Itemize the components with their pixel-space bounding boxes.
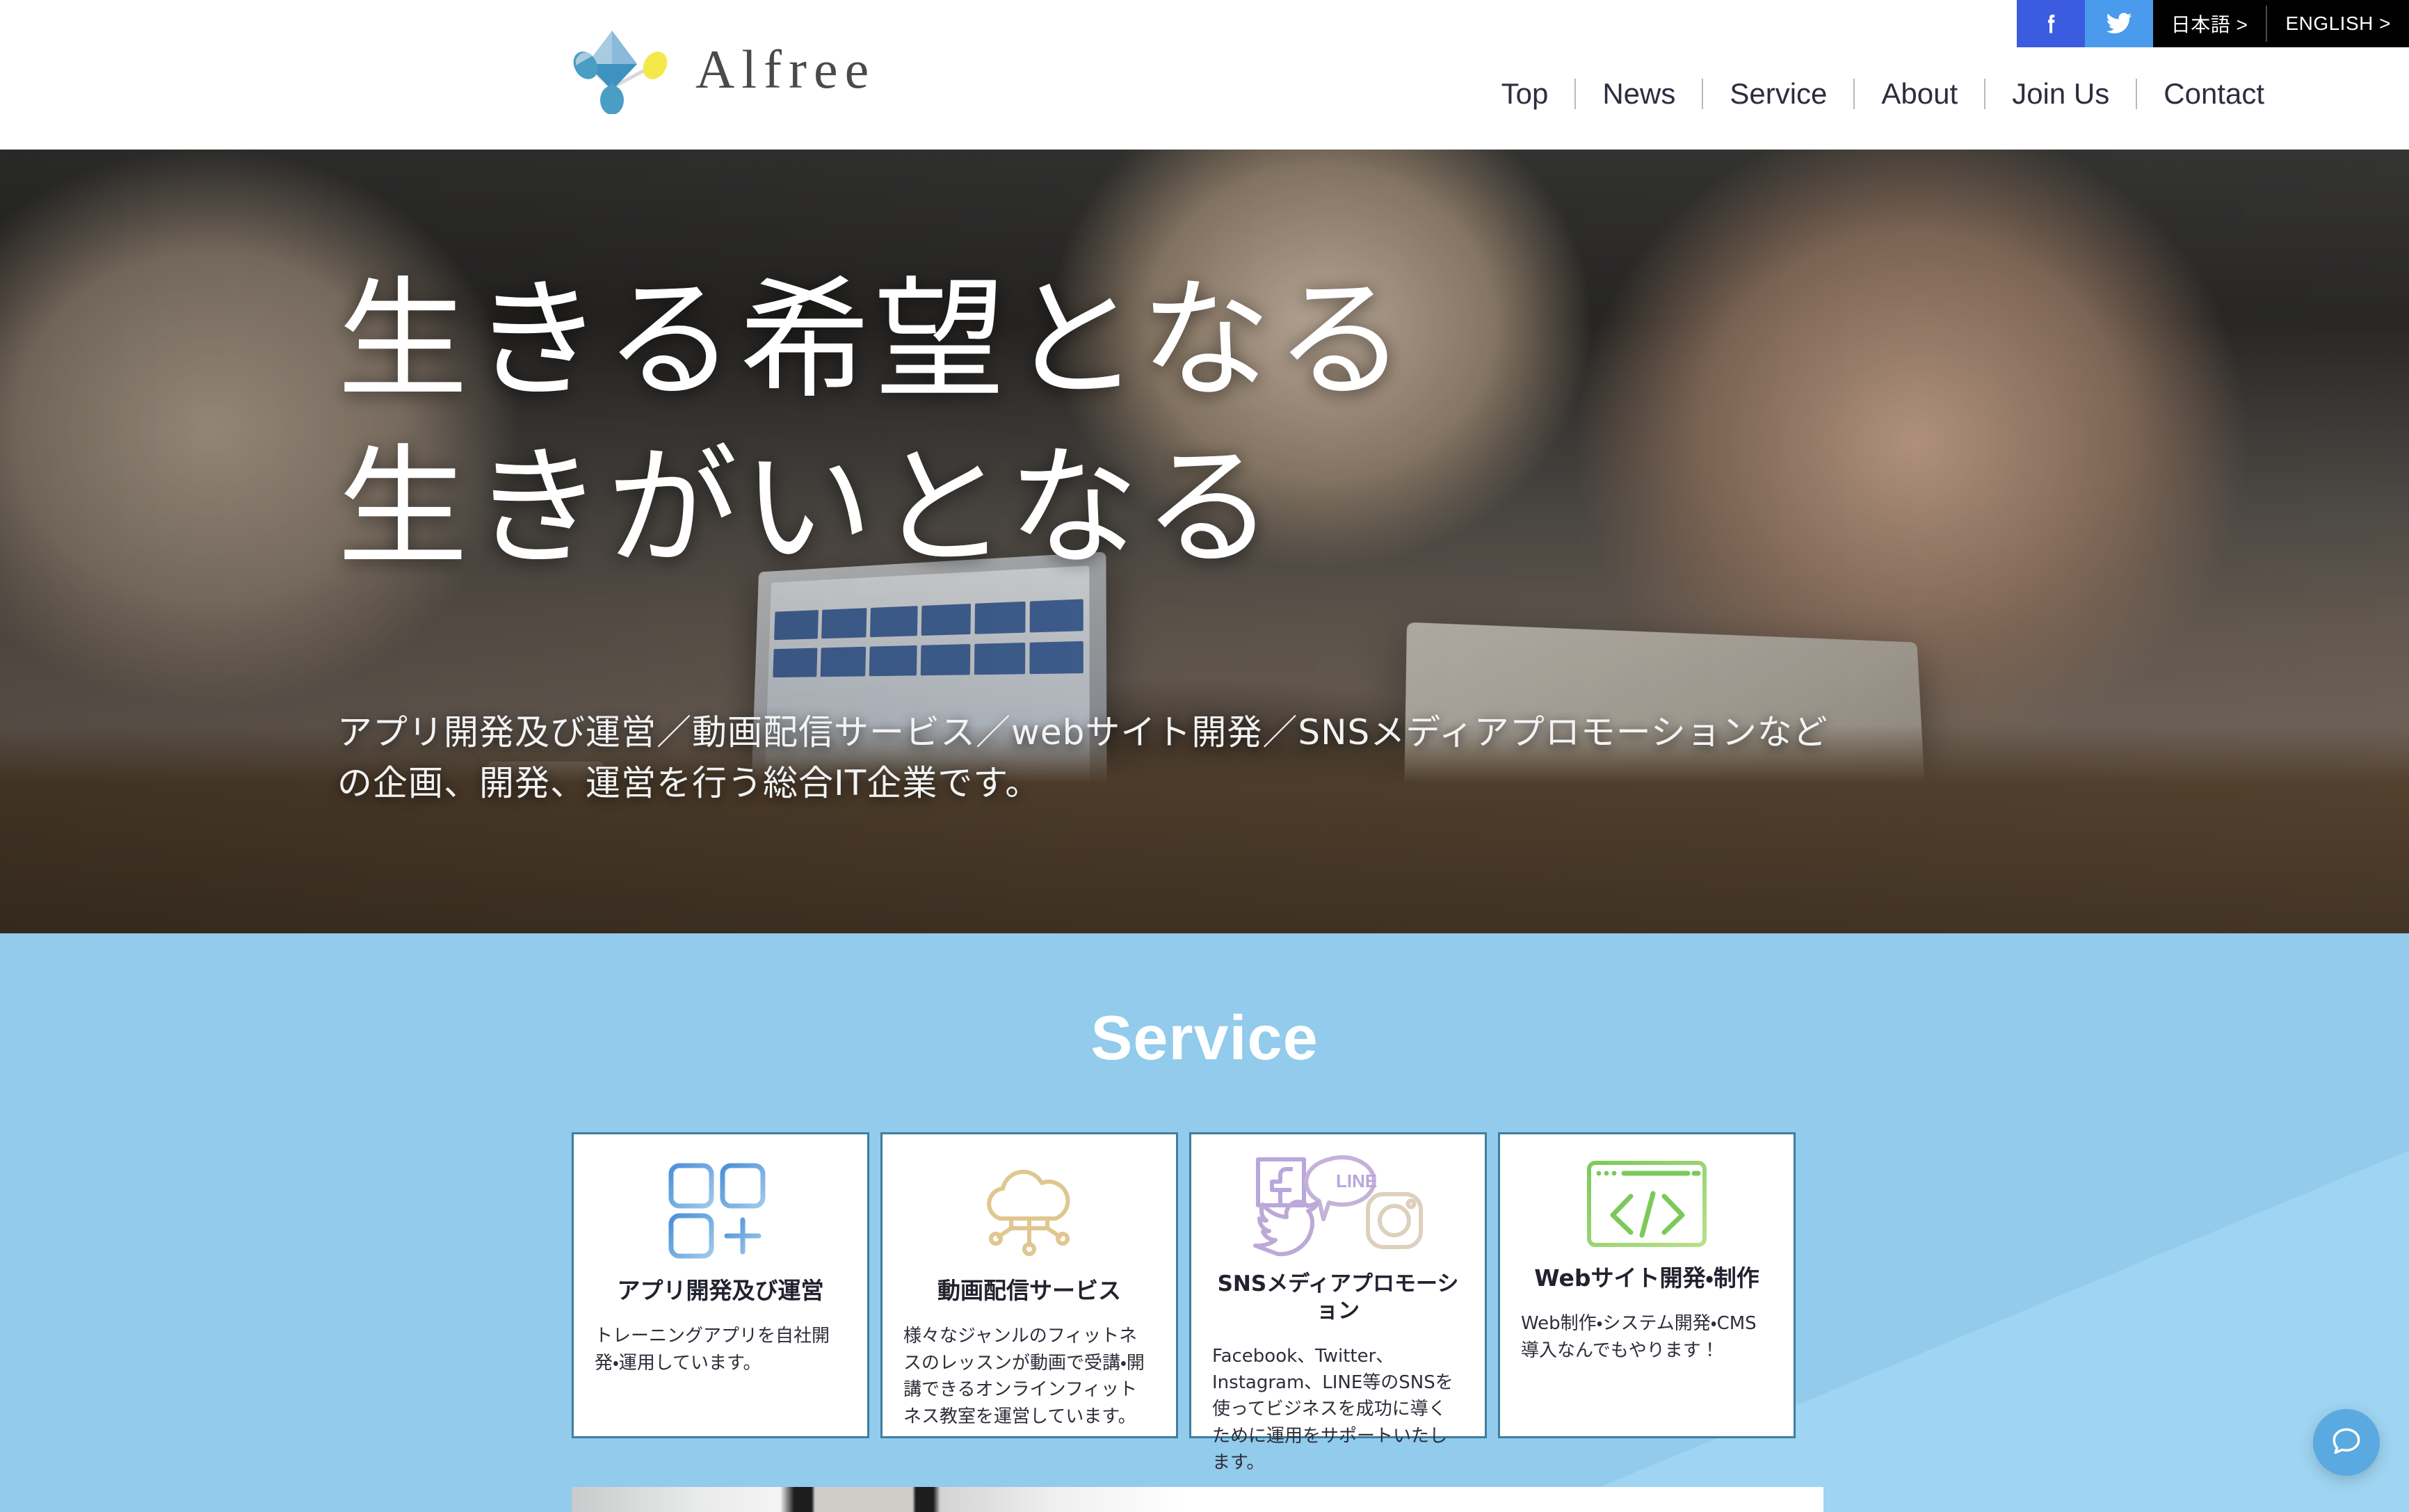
hero-title: 生きる希望となる 生きがいとなる [337, 257, 2145, 592]
language-switcher: 日本語 > ENGLISH > [2152, 0, 2409, 47]
service-card-video-streaming[interactable]: 動画配信サービス 様々なジャンルのフィットネスのレッスンが動画で受講・開講できる… [880, 1132, 1178, 1438]
hero-subtitle-line-2: の企画、開発、運営を行う総合IT企業です。 [337, 762, 1041, 803]
chat-widget-button[interactable] [2313, 1409, 2380, 1476]
service-card-description: Facebook、Twitter、Instagram、LINE等のSNSを使って… [1212, 1345, 1453, 1474]
app-grid-plus-icon [661, 1152, 780, 1269]
chat-bubble-icon [2329, 1424, 2364, 1462]
hero-title-line-2: 生きがいとなる [337, 431, 1278, 584]
service-card-sns-promotion[interactable]: LINE SNSメディアプロモーション Facebook、Twitter、Ins… [1189, 1132, 1487, 1473]
hero-subtitle: アプリ開発及び運営／動画配信サービス／webサイト開発／SNSメディアプロモーシ… [337, 707, 2145, 808]
service-card-web-development[interactable]: Webサイト開発・制作 Web制作・システム開発・CMS導入なんでもやります！ [1498, 1132, 1796, 1438]
nav-item-join-us[interactable]: Join Us [1985, 77, 2136, 110]
sns-logos-icon: LINE [1251, 1152, 1425, 1264]
facebook-button[interactable] [2016, 0, 2085, 47]
twitter-icon [2104, 10, 2134, 38]
lang-japanese-button[interactable]: 日本語 > [2153, 0, 2266, 47]
service-card-title: 動画配信サービス [937, 1277, 1121, 1304]
cloud-network-icon [967, 1152, 1092, 1269]
nav-item-news[interactable]: News [1576, 77, 1702, 110]
service-card-title: SNSメディアプロモーション [1217, 1271, 1459, 1324]
main-navigation: Top News Service About Join Us Contact [1475, 77, 2291, 110]
lang-english-button[interactable]: ENGLISH > [2267, 0, 2409, 47]
service-card-title: アプリ開発及び運営 [617, 1277, 824, 1304]
service-card-title: Webサイト開発・制作 [1534, 1264, 1759, 1292]
nav-item-contact[interactable]: Contact [2137, 77, 2291, 110]
service-card-description: トレーニングアプリを自社開発・運用しています。 [595, 1326, 830, 1374]
service-card-list: アプリ開発及び運営 トレーニングアプリを自社開発・運用しています。 動画配信サー… [572, 1132, 1796, 1473]
next-section-image-preview [572, 1487, 1823, 1512]
service-section: Service アプリ開発及び運営 トレーニングアプリを自社開発・運用しています… [0, 933, 2409, 1512]
hero-subtitle-line-1: アプリ開発及び運営／動画配信サービス／webサイト開発／SNSメディアプロモーシ… [337, 712, 1828, 753]
nav-item-about[interactable]: About [1855, 77, 1984, 110]
svg-text:LINE: LINE [1336, 1171, 1377, 1191]
hero-content: 生きる希望となる 生きがいとなる アプリ開発及び運営／動画配信サービス／webサ… [337, 257, 2145, 808]
service-card-description: Web制作・システム開発・CMS導入なんでもやります！ [1521, 1313, 1757, 1361]
hero-title-line-1: 生きる希望となる [337, 264, 1410, 417]
utility-bar: 日本語 > ENGLISH > [0, 0, 2409, 47]
service-section-title: Service [1090, 1004, 1319, 1073]
utility-bar-inner: 日本語 > ENGLISH > [2016, 0, 2409, 47]
service-card-app-development[interactable]: アプリ開発及び運営 トレーニングアプリを自社開発・運用しています。 [572, 1132, 869, 1438]
brand-name: Alfree [695, 39, 876, 99]
service-card-description: 様々なジャンルのフィットネスのレッスンが動画で受講・開講できるオンラインフィット… [903, 1326, 1145, 1427]
nav-item-top[interactable]: Top [1475, 77, 1575, 110]
twitter-button[interactable] [2084, 0, 2153, 47]
nav-item-service[interactable]: Service [1703, 77, 1853, 110]
hero-section: 生きる希望となる 生きがいとなる アプリ開発及び運営／動画配信サービス／webサ… [0, 150, 2409, 933]
facebook-icon [2038, 8, 2063, 39]
browser-code-icon [1581, 1152, 1713, 1257]
